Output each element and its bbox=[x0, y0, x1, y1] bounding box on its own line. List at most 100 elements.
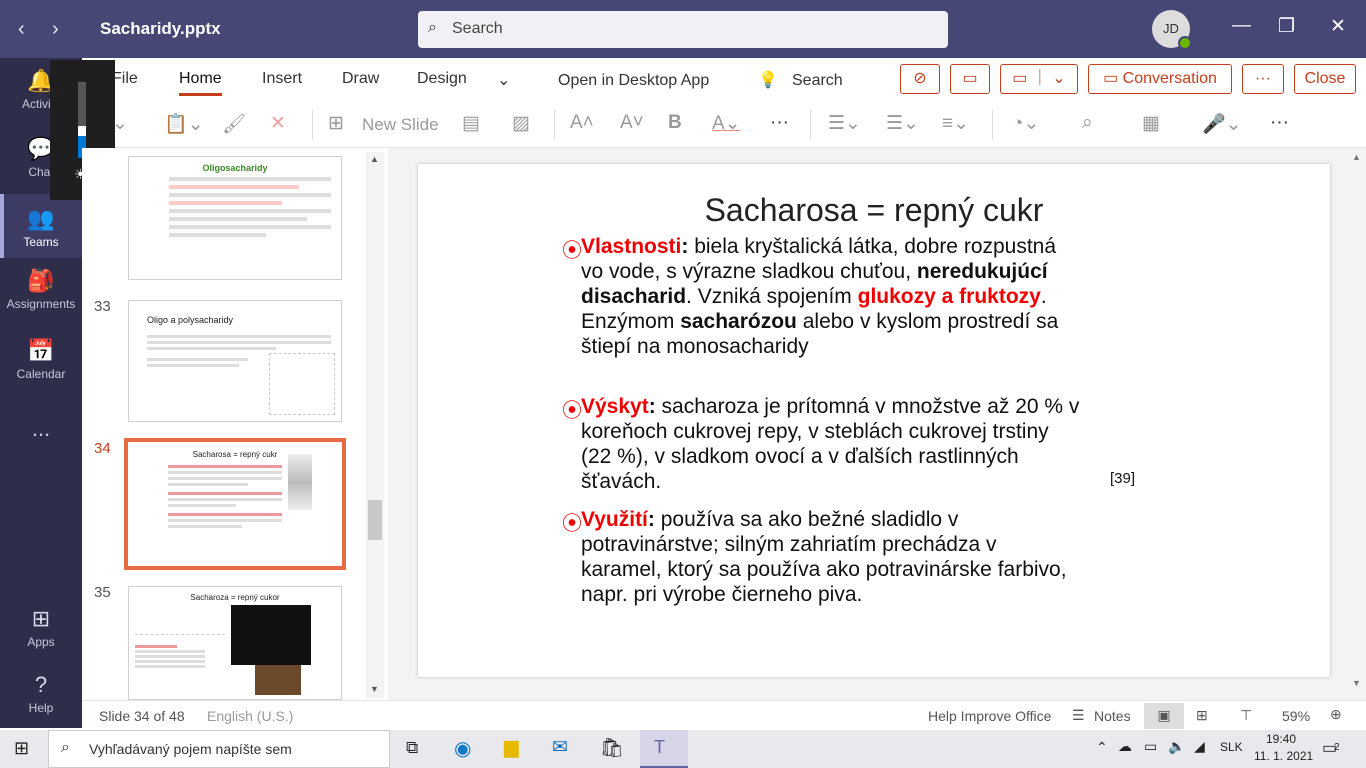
mail-icon[interactable]: ✉ bbox=[552, 736, 568, 759]
paragraph-vyskyt[interactable]: Výskyt: sacharoza je prítomná v množstve… bbox=[581, 394, 1081, 494]
rail-item-teams[interactable]: 👥 Teams bbox=[0, 194, 82, 258]
thumbnail-scrollbar[interactable]: ▲ ▼ bbox=[366, 152, 384, 698]
align-icon[interactable]: ≡⌄ bbox=[942, 112, 969, 135]
chevron-up-icon[interactable]: ⌃ bbox=[1096, 739, 1108, 756]
tab-insert[interactable]: Insert bbox=[262, 70, 302, 88]
rail-label: Assignments bbox=[6, 297, 76, 311]
more-font-icon[interactable]: ··· bbox=[770, 112, 789, 134]
search-icon: ⌕ bbox=[61, 739, 70, 756]
tab-file[interactable]: File bbox=[112, 70, 138, 88]
paste-icon[interactable]: 📋⌄ bbox=[164, 112, 204, 136]
minimize-icon[interactable]: — bbox=[1232, 15, 1251, 37]
avatar[interactable]: JD bbox=[1152, 10, 1192, 50]
red-text: glukozy a fruktozy bbox=[857, 285, 1041, 308]
task-view-icon[interactable]: ⧉ bbox=[406, 738, 418, 758]
comment-icon[interactable]: ▭ bbox=[950, 64, 990, 94]
normal-view-icon[interactable]: ▣ bbox=[1144, 703, 1184, 729]
open-desktop-app[interactable]: Open in Desktop App bbox=[558, 72, 709, 90]
dictate-icon[interactable]: 🎤⌄ bbox=[1202, 112, 1242, 136]
ribbon-search[interactable]: Search bbox=[792, 72, 843, 90]
edge-icon[interactable]: ◉ bbox=[454, 736, 471, 761]
shrink-font-icon[interactable]: A˅ bbox=[620, 112, 644, 134]
language-indicator[interactable]: SLK bbox=[1220, 740, 1243, 754]
font-color-icon[interactable]: A⌄ bbox=[712, 112, 741, 135]
rail-item-calendar[interactable]: 📅 Calendar bbox=[0, 338, 82, 398]
tab-design[interactable]: Design bbox=[417, 70, 467, 88]
slide-thumbnail[interactable]: Sacharoza = repný cukor bbox=[128, 586, 342, 700]
designer-icon[interactable]: ▦ bbox=[1142, 112, 1160, 135]
more-toolbar-icon[interactable]: ··· bbox=[1270, 112, 1289, 134]
maximize-icon[interactable]: ❐ bbox=[1278, 15, 1295, 38]
language[interactable]: English (U.S.) bbox=[207, 708, 293, 724]
layout-icon[interactable]: ▤ bbox=[462, 112, 480, 135]
rail-item-more[interactable]: ... bbox=[0, 416, 82, 476]
bold-icon[interactable]: B bbox=[668, 112, 682, 134]
store-icon[interactable]: 🛍 bbox=[600, 736, 624, 760]
volume-icon[interactable]: 🔈 bbox=[1168, 738, 1185, 755]
bullet-icon: ⦿ bbox=[562, 513, 582, 535]
cloud-icon[interactable]: ☁ bbox=[1118, 738, 1132, 755]
clock-date[interactable]: 11. 1. 2021 bbox=[1254, 749, 1313, 763]
tab-draw[interactable]: Draw bbox=[342, 70, 379, 88]
back-icon[interactable]: ‹ bbox=[18, 18, 25, 41]
paragraph-vlastnosti[interactable]: Vlastnosti: biela kryštalická látka, dob… bbox=[581, 234, 1081, 359]
paragraph-vyuziti[interactable]: Využití: používa sa ako bežné sladidlo v… bbox=[581, 507, 1081, 607]
slideshow-view-icon[interactable]: ⊤ bbox=[1240, 707, 1252, 724]
picture-icon[interactable]: ▨ bbox=[512, 112, 530, 135]
new-slide-button[interactable]: New Slide bbox=[362, 115, 439, 135]
scroll-thumb[interactable] bbox=[368, 500, 382, 540]
slide-title[interactable]: Sacharosa = repný cukr bbox=[418, 192, 1330, 229]
scroll-down-icon[interactable]: ▼ bbox=[370, 684, 379, 694]
more-options-button[interactable]: ··· bbox=[1242, 64, 1284, 94]
ribbon-toolbar: ⌄ 📋⌄ 🖌 ✕ ⊞ New Slide ▤ ▨ A˄ A˅ B A⌄ ··· … bbox=[82, 102, 1366, 148]
network-icon[interactable]: ◢ bbox=[1194, 738, 1205, 755]
battery-icon[interactable]: ▭ bbox=[1144, 738, 1157, 755]
help-improve-office[interactable]: Help Improve Office bbox=[928, 708, 1051, 724]
brush-icon[interactable]: 🖌 bbox=[222, 112, 246, 136]
zoom-level[interactable]: 59% bbox=[1282, 708, 1310, 724]
close-button[interactable]: Close bbox=[1294, 64, 1356, 94]
bullet-icon: ⦿ bbox=[562, 240, 582, 262]
colon: : bbox=[648, 395, 656, 418]
chevron-down-icon[interactable]: ⌄ bbox=[497, 70, 510, 90]
search-input[interactable]: ⌕ Search bbox=[418, 11, 948, 48]
bullets-icon[interactable]: ☰⌄ bbox=[828, 112, 861, 135]
apps-icon: ⊞ bbox=[31, 606, 51, 631]
slide-canvas[interactable]: Sacharosa = repný cukr ⦿ Vlastnosti: bie… bbox=[418, 164, 1330, 677]
slide-number: 33 bbox=[94, 298, 111, 315]
more-icon: ... bbox=[31, 416, 51, 441]
taskbar-search-placeholder: Vyhľadávaný pojem napíšte sem bbox=[89, 741, 292, 757]
forward-icon[interactable]: › bbox=[52, 18, 59, 41]
scroll-up-icon[interactable]: ▲ bbox=[1352, 152, 1361, 162]
rail-item-help[interactable]: ? Help bbox=[0, 672, 82, 732]
slide-thumbnail[interactable]: Oligosacharidy bbox=[128, 156, 342, 280]
delete-icon[interactable]: ✕ bbox=[270, 112, 286, 135]
tab-home[interactable]: Home bbox=[179, 70, 222, 96]
slide-thumbnail-selected[interactable]: Sacharosa = repný cukr bbox=[124, 438, 346, 570]
close-window-icon[interactable]: ✕ bbox=[1330, 15, 1346, 38]
grow-font-icon[interactable]: A˄ bbox=[570, 112, 594, 134]
structure-image bbox=[269, 353, 335, 415]
thumbnail-pane: Oligosacharidy 33 Oligo a polysacharidy … bbox=[82, 148, 388, 700]
clock-time[interactable]: 19:40 bbox=[1266, 732, 1296, 746]
new-slide-icon: ⊞ bbox=[328, 113, 344, 134]
present-button[interactable]: ▭ ｜ ⌄ bbox=[1000, 64, 1078, 94]
label-vyskyt: Výskyt bbox=[581, 395, 649, 418]
sorter-view-icon[interactable]: ⊞ bbox=[1196, 707, 1208, 724]
slide-thumbnail[interactable]: Oligo a polysacharidy bbox=[128, 300, 342, 422]
find-icon[interactable]: ⌕ bbox=[1082, 112, 1093, 134]
rail-item-apps[interactable]: ⊞ Apps bbox=[0, 606, 82, 666]
rail-item-assignments[interactable]: 🎒 Assignments bbox=[0, 268, 82, 328]
scroll-up-icon[interactable]: ▲ bbox=[370, 154, 379, 164]
scroll-down-icon[interactable]: ▼ bbox=[1352, 678, 1361, 688]
notification-count: 2 bbox=[1334, 742, 1340, 753]
windows-start-icon[interactable]: ⊞ bbox=[14, 738, 29, 759]
conversation-button[interactable]: ▭ Conversation bbox=[1088, 64, 1232, 94]
link-icon[interactable]: ⊘ bbox=[900, 64, 940, 94]
notes-button[interactable]: Notes bbox=[1094, 708, 1131, 724]
taskbar-search-input[interactable]: ⌕ Vyhľadávaný pojem napíšte sem bbox=[48, 730, 390, 768]
file-explorer-icon[interactable]: ▆ bbox=[504, 736, 519, 759]
numbering-icon[interactable]: ☰⌄ bbox=[886, 112, 919, 135]
shapes-icon[interactable]: ◔⌄ bbox=[1012, 112, 1039, 135]
fit-icon[interactable]: ⊕ bbox=[1330, 706, 1342, 723]
